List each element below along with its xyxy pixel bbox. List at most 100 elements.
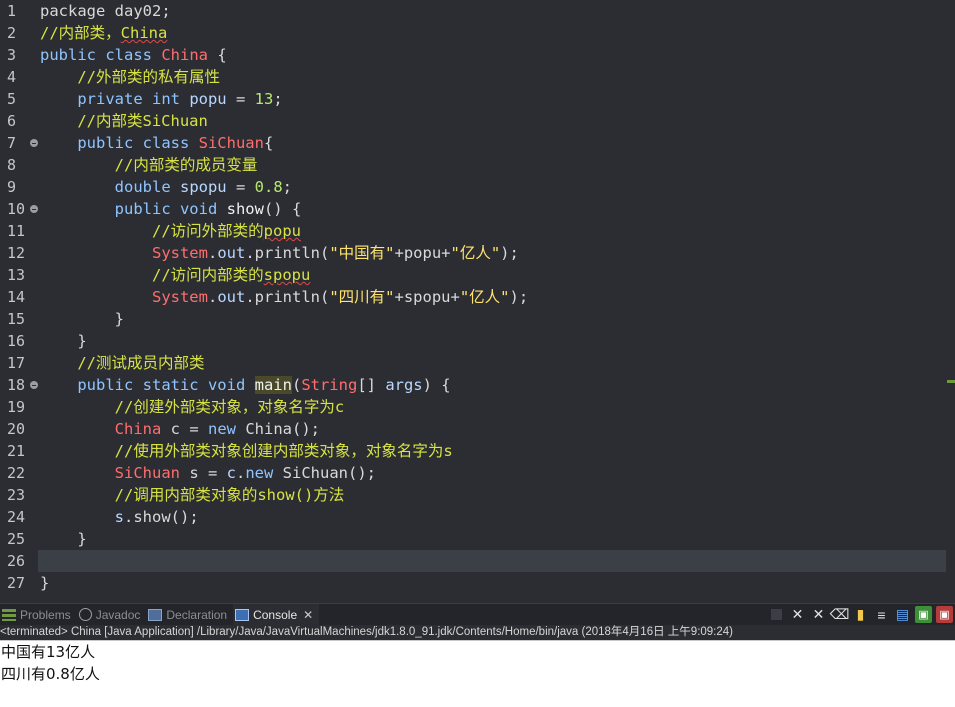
remove-all-terminated-button[interactable]: ✕ bbox=[810, 606, 827, 623]
tab-declaration[interactable]: Declaration bbox=[146, 604, 233, 626]
code-token: ); bbox=[509, 288, 529, 306]
code-token: = bbox=[226, 178, 255, 196]
code-token: 13 bbox=[254, 90, 274, 108]
code-token: SiChuan bbox=[114, 464, 180, 482]
code-token: new bbox=[208, 420, 246, 438]
code-token: //使用外部类对象创建内部类对象，对象名字为s bbox=[40, 442, 453, 460]
tab-javadoc-label: Javadoc bbox=[95, 607, 141, 622]
console-output[interactable]: 中国有13亿人 四川有0.8亿人 bbox=[0, 640, 955, 707]
line-number: 5 bbox=[7, 90, 17, 108]
code-line[interactable]: 6 //内部类SiChuan bbox=[0, 110, 955, 132]
code-text: } bbox=[38, 528, 946, 550]
code-line[interactable]: 1 package day02; bbox=[0, 0, 955, 22]
code-line[interactable]: 25 } bbox=[0, 528, 955, 550]
code-token: //内部类SiChuan bbox=[40, 112, 208, 130]
code-line[interactable]: 8 //内部类的成员变量 bbox=[0, 154, 955, 176]
close-icon[interactable]: ✕ bbox=[303, 608, 313, 622]
console-launch-status: <terminated> China [Java Application] /L… bbox=[0, 625, 955, 640]
code-token: new bbox=[245, 464, 283, 482]
code-token: .println( bbox=[245, 244, 330, 262]
code-line[interactable]: 23 //调用内部类对象的show()方法 bbox=[0, 484, 955, 506]
code-token: } bbox=[40, 530, 87, 548]
tab-console[interactable]: Console ✕ bbox=[233, 603, 320, 626]
terminate-button[interactable] bbox=[771, 609, 782, 620]
code-text: public class SiChuan{ bbox=[38, 132, 946, 154]
code-token: popu bbox=[189, 90, 227, 108]
show-console-button[interactable]: ▤ bbox=[894, 606, 911, 623]
code-line[interactable]: 4 //外部类的私有属性 bbox=[0, 66, 955, 88]
code-line[interactable]: 17 //测试成员内部类 bbox=[0, 352, 955, 374]
console-view-toolbar: Problems Javadoc Declaration Console ✕ ✕… bbox=[0, 603, 955, 626]
code-line[interactable]: 11 //访问外部类的popu bbox=[0, 220, 955, 242]
code-token: public void bbox=[40, 200, 227, 218]
line-number: 7 bbox=[0, 132, 38, 154]
code-token: "亿人" bbox=[450, 244, 501, 262]
display-console-button[interactable]: ▣ bbox=[915, 606, 932, 623]
code-token: main bbox=[254, 376, 292, 394]
code-line[interactable]: 5 private int popu = 13; bbox=[0, 88, 955, 110]
code-line[interactable]: 27} bbox=[0, 572, 955, 594]
code-token: s bbox=[114, 508, 124, 526]
console-icon bbox=[235, 608, 250, 621]
code-token: ( bbox=[291, 376, 302, 394]
code-line[interactable]: 9 double spopu = 0.8; bbox=[0, 176, 955, 198]
overview-ruler-mark[interactable] bbox=[947, 380, 955, 383]
code-line[interactable]: 18 public static void main(String[] args… bbox=[0, 374, 955, 396]
code-line[interactable]: 10 public void show() { bbox=[0, 198, 955, 220]
code-token: +popu+ bbox=[394, 244, 451, 262]
code-text: //创建外部类对象，对象名字为c bbox=[38, 396, 946, 418]
code-token: .show(); bbox=[124, 508, 199, 526]
code-token: out bbox=[217, 244, 246, 262]
code-token: ); bbox=[500, 244, 519, 262]
code-token: //访问内部类的 bbox=[40, 266, 264, 284]
code-token: () { bbox=[263, 200, 302, 218]
code-line[interactable]: 20 China c = new China(); bbox=[0, 418, 955, 440]
open-console-button[interactable]: ▣ bbox=[936, 606, 953, 623]
code-line[interactable]: 15 } bbox=[0, 308, 955, 330]
code-token: private int bbox=[40, 90, 190, 108]
fold-collapse-icon[interactable] bbox=[30, 205, 38, 213]
fold-collapse-icon[interactable] bbox=[30, 381, 38, 389]
code-token: China bbox=[120, 24, 168, 42]
code-line[interactable]: 24 s.show(); bbox=[0, 506, 955, 528]
code-line[interactable]: 12 System.out.println("中国有"+popu+"亿人"); bbox=[0, 242, 955, 264]
code-line[interactable]: 21 //使用外部类对象创建内部类对象，对象名字为s bbox=[0, 440, 955, 462]
remove-launch-button[interactable]: ✕ bbox=[789, 606, 806, 623]
code-token: c bbox=[226, 464, 236, 482]
word-wrap-button[interactable]: ≡ bbox=[873, 606, 890, 623]
tab-javadoc[interactable]: Javadoc bbox=[77, 604, 147, 626]
code-token: System bbox=[151, 288, 208, 306]
at-sign-icon bbox=[78, 608, 92, 621]
code-line[interactable]: 14 System.out.println("四川有"+spopu+"亿人"); bbox=[0, 286, 955, 308]
code-token: double bbox=[40, 178, 180, 196]
code-text: System.out.println("四川有"+spopu+"亿人"); bbox=[38, 286, 946, 308]
fold-collapse-icon[interactable] bbox=[30, 139, 38, 147]
code-line[interactable]: 22 SiChuan s = c.new SiChuan(); bbox=[0, 462, 955, 484]
code-editor[interactable]: 1 package day02; 2//内部类，China 3 public class… bbox=[0, 0, 955, 603]
line-number: 19 bbox=[7, 398, 26, 416]
code-text: public static void main(String[] args) { bbox=[38, 374, 946, 396]
code-token: //访问外部类的 bbox=[40, 222, 264, 240]
code-token: public class bbox=[40, 134, 199, 152]
line-number: 15 bbox=[7, 310, 26, 328]
code-line[interactable]: 19 //创建外部类对象，对象名字为c bbox=[0, 396, 955, 418]
tab-problems[interactable]: Problems bbox=[0, 604, 77, 626]
code-text: //使用外部类对象创建内部类对象，对象名字为s bbox=[38, 440, 946, 462]
clear-console-button[interactable]: ⌫ bbox=[830, 606, 850, 623]
code-text: //外部类的私有属性 bbox=[38, 66, 946, 88]
code-line[interactable]: 2 //内部类，China bbox=[0, 22, 955, 44]
code-token: args bbox=[385, 376, 423, 394]
scroll-lock-button[interactable]: ▮ bbox=[852, 606, 869, 623]
code-line[interactable]: 26 bbox=[0, 550, 955, 572]
code-line[interactable]: 3 public class China { bbox=[0, 44, 955, 66]
code-text: SiChuan s = c.new SiChuan(); bbox=[38, 462, 946, 484]
tab-problems-label: Problems bbox=[20, 607, 71, 622]
code-token: String bbox=[301, 376, 358, 394]
line-number: 8 bbox=[7, 156, 17, 174]
code-token: China(); bbox=[245, 420, 320, 438]
code-line[interactable]: 7 public class SiChuan{ bbox=[0, 132, 955, 154]
code-line[interactable]: 13 //访问内部类的spopu bbox=[0, 264, 955, 286]
code-line[interactable]: 16 } bbox=[0, 330, 955, 352]
